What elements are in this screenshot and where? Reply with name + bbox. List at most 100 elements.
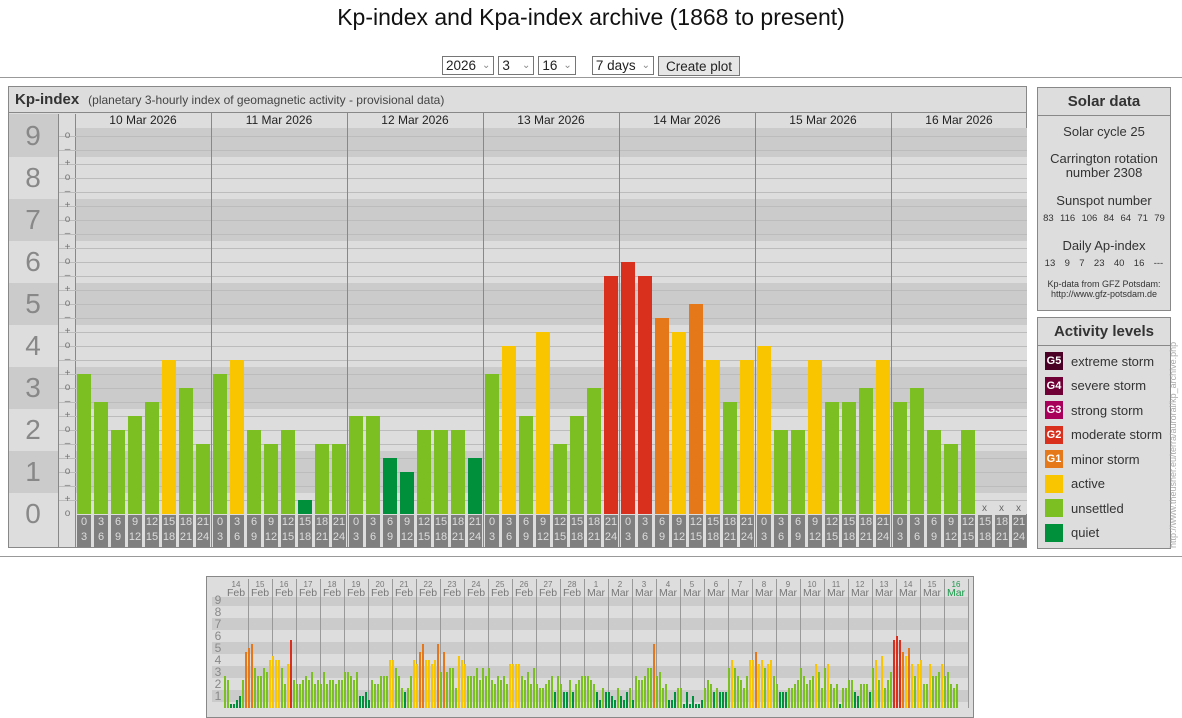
mini-day-label: 13 Mar <box>872 580 896 598</box>
mini-day-month: Feb <box>490 587 510 599</box>
mini-kp-bar-unsettled <box>503 675 505 708</box>
kp-tick-label: – <box>64 480 71 491</box>
mini-kp-bar-quiet <box>359 696 361 708</box>
mini-kp-bar-quiet <box>785 692 787 708</box>
level-label: severe storm <box>1071 378 1147 393</box>
day-header: 16 Mar 2026 <box>925 113 993 127</box>
mini-kp-bar-unsettled <box>440 672 442 708</box>
mini-kp-bar-unsettled <box>536 684 538 708</box>
hour-start: 12 <box>961 516 975 528</box>
hour-end: 21 <box>451 531 465 543</box>
mini-kp-bar-active <box>917 663 919 708</box>
hour-start: 15 <box>570 516 584 528</box>
mini-day-month: Feb <box>418 587 438 599</box>
kp-bar-unsettled <box>774 430 788 514</box>
mini-day-label: 9 Mar <box>776 580 800 598</box>
kp-bar-unsettled <box>485 374 499 514</box>
kp-tick-label: o <box>64 172 71 183</box>
mini-kp-bar-unsettled <box>533 668 535 708</box>
kp-tick-label: – <box>64 354 71 365</box>
gridline <box>59 164 1027 165</box>
mini-kp-bar-unsettled <box>479 680 481 708</box>
ap-label: Daily Ap-index <box>1062 238 1146 253</box>
day-divider <box>755 113 756 547</box>
mini-kp-bar-g1 <box>443 651 445 708</box>
kp-tick-label: – <box>64 438 71 449</box>
hour-end: 24 <box>196 531 210 543</box>
kp-tick-label: – <box>64 228 71 239</box>
divider <box>0 77 1182 78</box>
kp-tick-label: – <box>64 396 71 407</box>
mini-kp-bar-active <box>875 660 877 708</box>
sunspot-value: 84 <box>1103 213 1115 224</box>
mini-day-month: Feb <box>298 587 318 599</box>
hour-start: 0 <box>624 516 632 528</box>
hour-end: 3 <box>760 531 768 543</box>
hour-start: 3 <box>233 516 241 528</box>
hour-range-label: 18 21 <box>587 515 601 547</box>
mini-kp-bar-unsettled <box>266 672 268 708</box>
mini-kp-bar-g1 <box>437 644 439 708</box>
level-label: strong storm <box>1071 402 1144 418</box>
day-header: 14 Mar 2026 <box>653 113 721 127</box>
hour-range-label: 36 <box>230 515 244 547</box>
hour-start: 3 <box>913 516 921 528</box>
mini-kp-bar-unsettled <box>764 668 766 708</box>
kp-bar-g2 <box>638 275 652 514</box>
mini-kp-bar-quiet <box>362 696 364 708</box>
create-plot-button[interactable]: Create plot <box>657 56 741 76</box>
level-swatch: G3 <box>1045 401 1063 419</box>
mini-kp-bar-active <box>881 656 883 708</box>
year-select[interactable]: 2026 ⌄ <box>441 56 495 75</box>
kp-bar-quiet <box>468 458 482 514</box>
range-select[interactable]: 7 days ⌄ <box>591 56 654 75</box>
mini-kp-bar-unsettled <box>311 672 313 708</box>
mini-kp-bar-active <box>287 663 289 708</box>
day-select[interactable]: 16 ⌄ <box>538 56 576 75</box>
chevron-down-icon: ⌄ <box>641 60 650 71</box>
kp-bar-unsettled <box>927 430 941 514</box>
mini-kp-bar-unsettled <box>476 668 478 708</box>
hour-start: 12 <box>281 516 295 528</box>
mini-kp-bar-quiet <box>686 692 688 708</box>
kp-tick-label: + <box>64 200 71 211</box>
mini-kp-bar-unsettled <box>860 684 862 708</box>
mini-kp-bar-active <box>905 656 907 708</box>
hour-end: 15 <box>417 531 431 543</box>
kp-bar-unsettled <box>842 401 856 514</box>
mini-kp-bar-quiet <box>779 692 781 708</box>
mini-kp-bar-quiet <box>725 692 727 708</box>
mini-day-month: Mar <box>754 587 774 599</box>
hour-start: 12 <box>553 516 567 528</box>
mini-kp-bar-unsettled <box>326 684 328 708</box>
mini-kp-bar-unsettled <box>578 680 580 708</box>
mini-kp-bar-unsettled <box>587 675 589 708</box>
hour-range-label: 69 <box>247 515 261 547</box>
mini-kp-bar-quiet <box>626 692 628 708</box>
gridline <box>59 318 1027 319</box>
mini-kp-bar-unsettled <box>467 675 469 708</box>
mini-band-6 <box>212 630 968 642</box>
sunspot-value: 64 <box>1120 213 1132 224</box>
mini-kp-bar-g2 <box>899 639 901 708</box>
mini-band-5 <box>212 642 968 654</box>
hour-end: 12 <box>944 531 958 543</box>
kp-bar-quiet <box>400 472 414 514</box>
mini-kp-bar-unsettled <box>956 684 958 708</box>
month-select[interactable]: 3 ⌄ <box>498 56 535 75</box>
mini-kp-bar-active <box>416 663 418 708</box>
kp-tick-label: o <box>64 508 71 519</box>
hour-end: 24 <box>876 531 890 543</box>
level-label: extreme storm <box>1071 353 1155 369</box>
day-header: 15 Mar 2026 <box>789 113 857 127</box>
mini-band-8 <box>212 606 968 618</box>
mini-kp-bar-g2 <box>893 639 895 708</box>
mini-kp-bar-unsettled <box>602 687 604 708</box>
hour-range-label: 03 <box>757 515 771 547</box>
activity-levels-title: Activity levels <box>1038 318 1170 346</box>
hour-range-label: 9 12 <box>128 515 142 547</box>
missing-marker: x <box>1016 503 1021 514</box>
mini-kp-bar-unsettled <box>845 687 847 708</box>
source-url[interactable]: http://www.gfz-potsdam.de <box>1038 289 1170 299</box>
level-label: moderate storm <box>1071 427 1163 442</box>
